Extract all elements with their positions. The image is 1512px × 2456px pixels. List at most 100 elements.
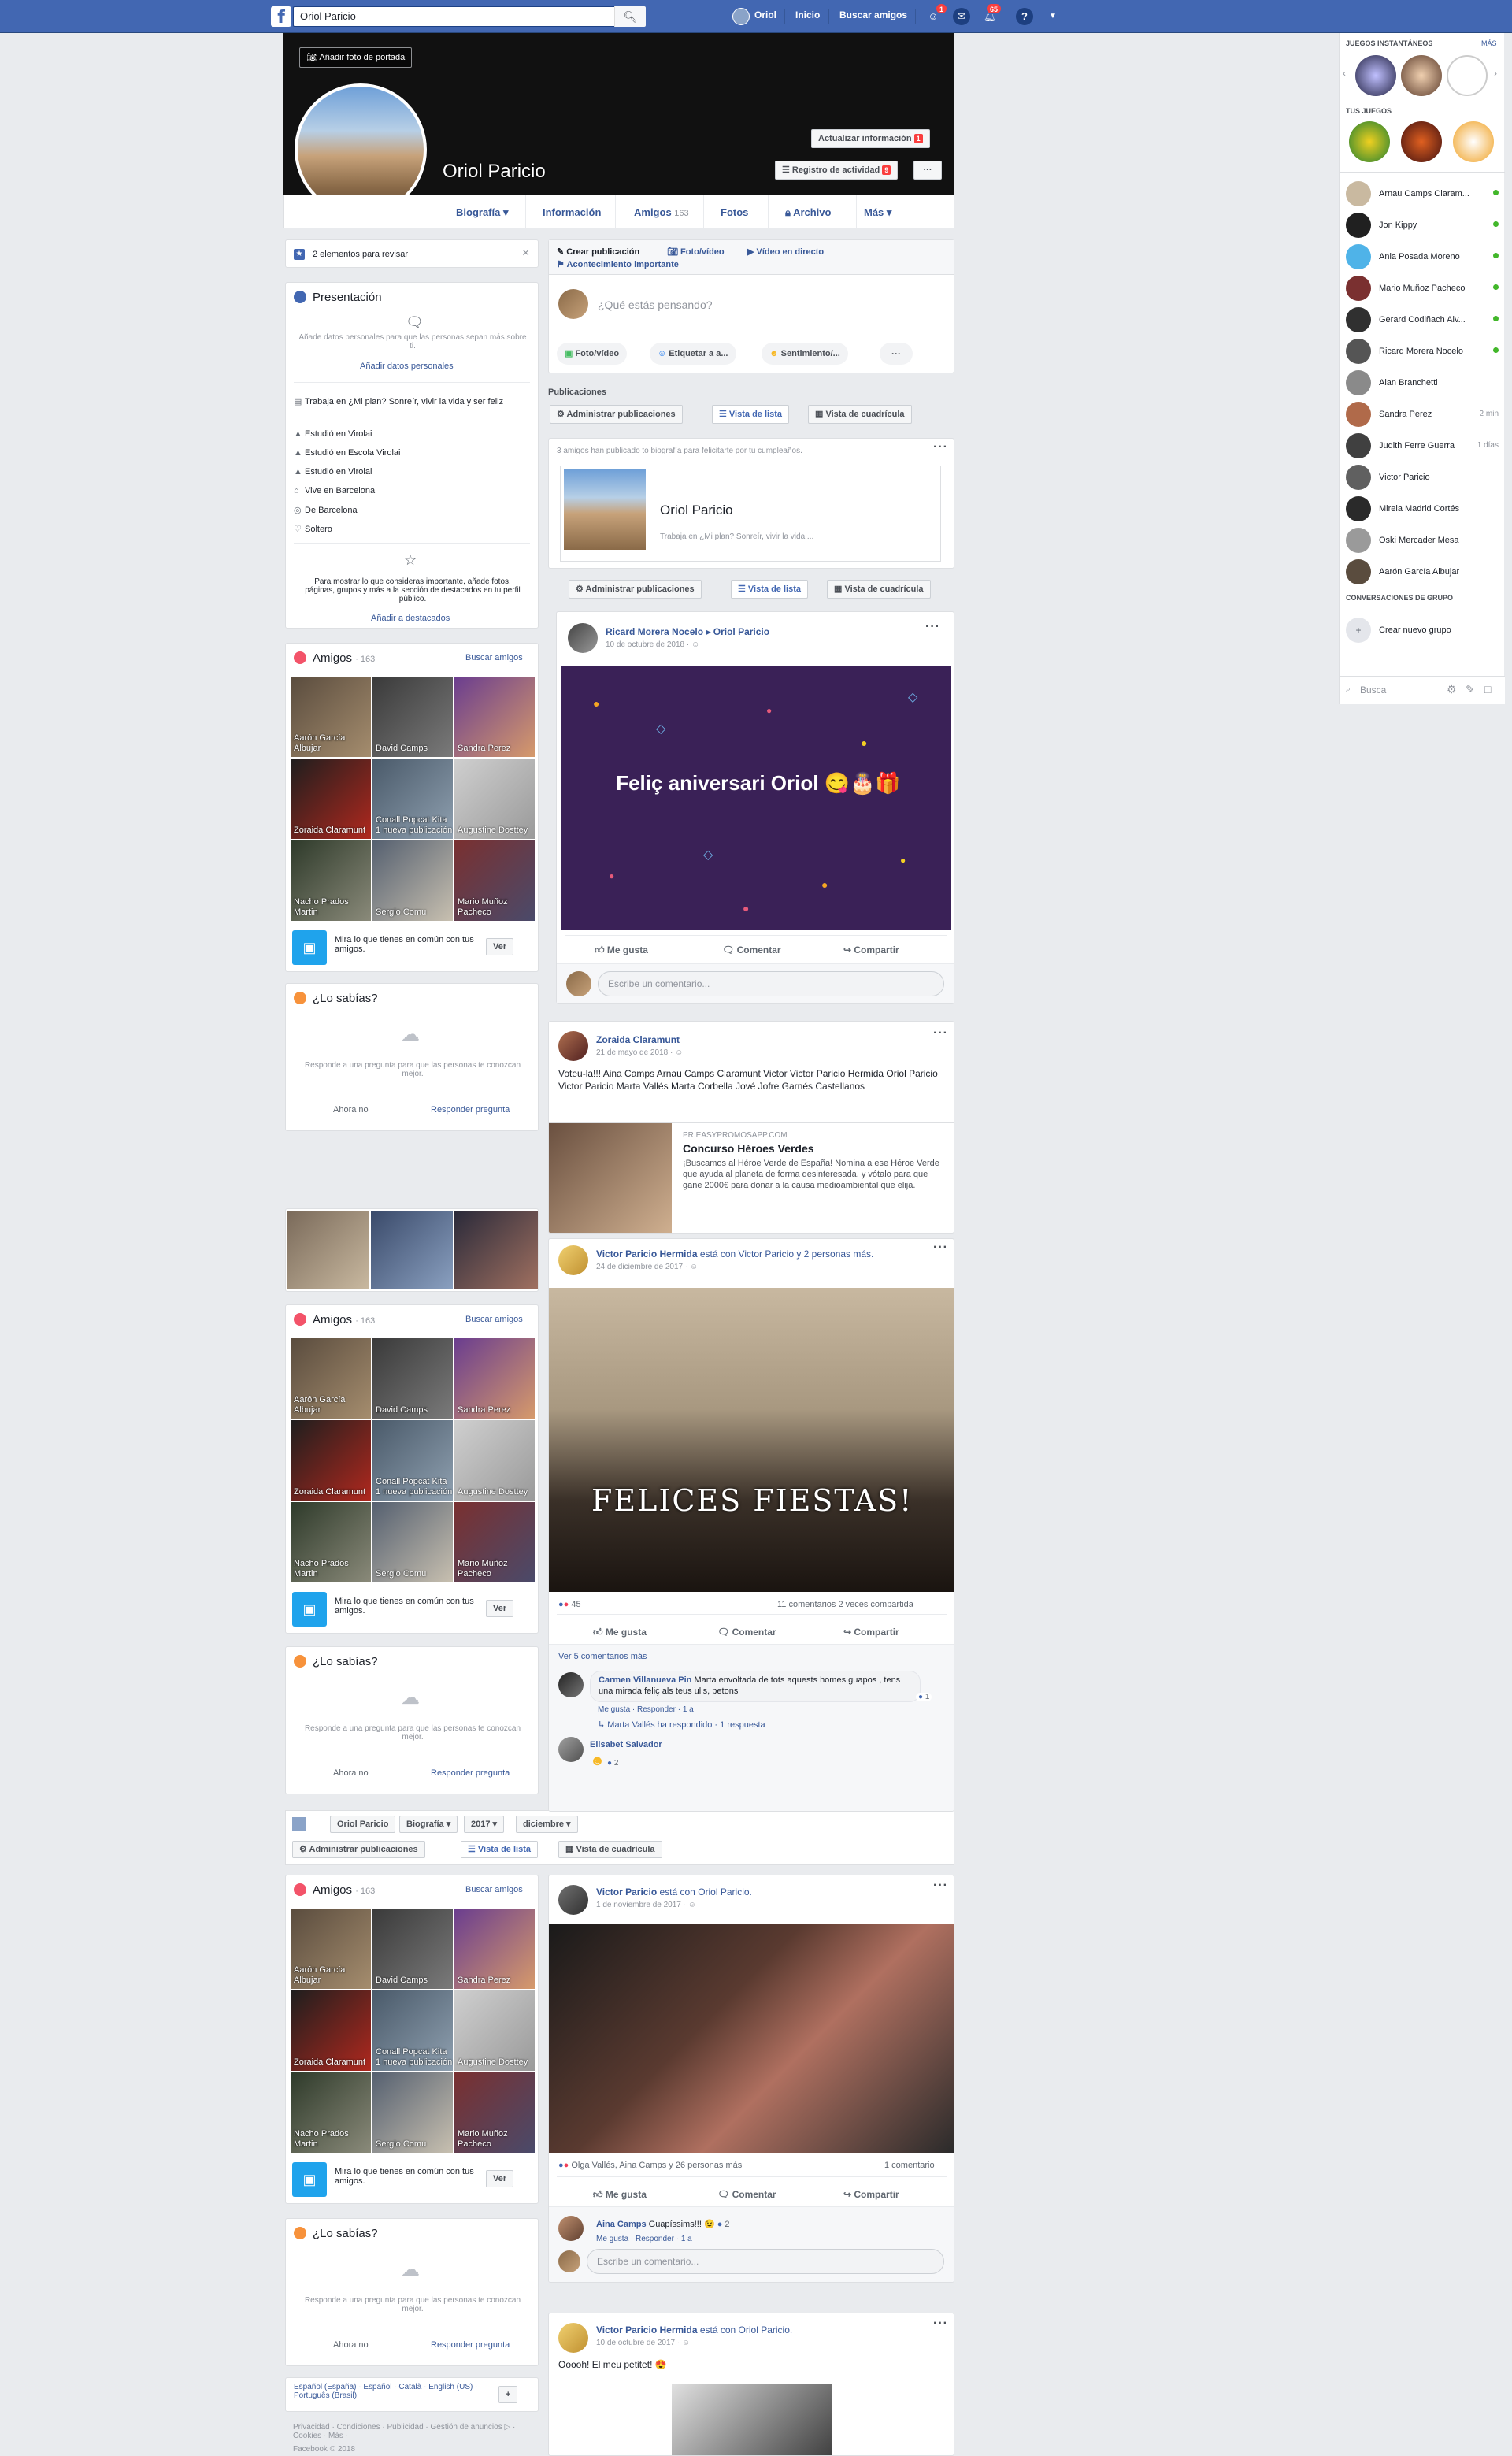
commenter-avatar[interactable] [558,2216,584,2241]
friend-tile[interactable]: Augustine Dosttey [454,759,535,839]
comment-button[interactable]: 🗨︎ Comentar [717,1627,776,1638]
nav-profile-link[interactable]: Oriol [754,9,776,20]
comment-actions[interactable]: Me gusta · Responder · 1 a [596,2235,692,2243]
close-icon[interactable]: × [522,247,529,261]
chat-contact[interactable]: Aarón García Albujar [1346,553,1503,584]
post-author-avatar[interactable] [568,623,598,653]
help-icon[interactable]: ? [1016,8,1033,25]
add-cover-photo-button[interactable]: 📷︎ Añadir foto de portada [299,47,413,68]
birthday-profile-preview[interactable]: Oriol Paricio Trabaja en ¿Mi plan? Sonre… [560,466,941,562]
post-date[interactable]: 10 de octubre de 2018 · ☺ [606,640,699,649]
search-input[interactable]: Oriol Paricio [293,6,646,27]
game-icon[interactable] [1349,121,1390,162]
answer-question-link[interactable]: Responder pregunta [431,2340,510,2350]
post-options-icon[interactable]: ··· [933,1879,948,1893]
reaction-summary[interactable]: ●● 45 [558,1600,581,1609]
tab-photos[interactable]: Fotos [721,206,748,218]
game-icon[interactable] [1453,121,1494,162]
commenter-name[interactable]: Elisabet Salvador [590,1740,662,1749]
chevron-right-icon[interactable]: › [1494,68,1497,79]
friend-tile[interactable]: Augustine Dosttey [454,1990,535,2071]
create-post-tab[interactable]: ✎ Crear publicación [557,247,639,257]
post-photo[interactable] [672,2384,832,2455]
write-comment-input[interactable]: Escribe un comentario... [598,971,944,996]
post-options-icon[interactable]: ··· [925,620,940,634]
post-photo[interactable]: FELICES FIESTAS! [549,1288,954,1592]
chat-contact[interactable]: Mario Muñoz Pacheco [1346,269,1503,301]
manage-posts-button[interactable]: ⚙︎ Administrar publicaciones [550,405,683,424]
live-video-tab[interactable]: ▶ Vídeo en directo [747,247,824,257]
compose-icon[interactable]: ✎ [1466,683,1475,696]
list-view-button[interactable]: ☰ Vista de lista [731,580,808,599]
friend-tile[interactable]: Conall Popcat Kita 1 nueva publicación [372,1990,453,2071]
not-now-link[interactable]: Ahora no [333,1768,369,1778]
footer-links[interactable]: Privacidad · Condiciones · Publicidad · … [293,2423,529,2440]
not-now-link[interactable]: Ahora no [333,2340,369,2350]
find-friends-link[interactable]: Buscar amigos [465,1885,523,1894]
sticky-month-dropdown[interactable]: diciembre ▾ [516,1816,578,1833]
chat-contact[interactable]: Gerard Codiñach Alv... [1346,301,1503,332]
post-photo[interactable] [549,1924,954,2153]
post-author-avatar[interactable] [558,1245,588,1275]
friend-tile[interactable]: Sergio Comu [372,1502,453,1582]
friend-tile[interactable]: Zoraida Claramunt [291,1990,371,2071]
comment-button[interactable]: 🗨︎ Comentar [722,944,781,955]
list-view-button[interactable]: ☰ Vista de lista [461,1841,538,1858]
chat-contact[interactable]: Mireia Madrid Cortés [1346,490,1503,521]
chat-contact[interactable]: Oski Mercader Mesa [1346,521,1503,553]
post-options-icon[interactable]: ··· [933,440,948,454]
friends-title[interactable]: Amigos · 163 [313,651,375,665]
activity-log-button[interactable]: ☰ Registro de actividad 9 [775,161,899,180]
friend-tile[interactable]: Sergio Comu [372,840,453,921]
friend-tile[interactable]: Mario Muñoz Pacheco [454,840,535,921]
profile-name[interactable]: Oriol Paricio [443,161,546,183]
post-options-icon[interactable]: ··· [933,1241,948,1255]
post-options-icon[interactable]: ··· [933,1026,948,1041]
post-author-avatar[interactable] [558,1031,588,1061]
post-date[interactable]: 1 de noviembre de 2017 · ☺ [596,1901,696,1909]
post-author[interactable]: Ricard Morera Nocelo ▸ Oriol Paricio [606,626,769,637]
friend-tile[interactable]: David Camps [372,1338,453,1419]
friend-tile[interactable]: David Camps [372,1909,453,1989]
photo-thumb[interactable] [371,1211,453,1289]
composer-input[interactable]: ¿Qué estás pensando? [598,299,713,311]
chat-contact[interactable]: Jon Kippy [1346,206,1503,238]
birthday-image[interactable]: ● ◇ ● ● ◇ ● ◇ ● ● ● Feliç aniversari Ori… [561,666,951,930]
like-button[interactable]: 👍︎ Me gusta [593,2189,647,2201]
see-common-button[interactable]: Ver [486,1600,514,1617]
composer-tag-button[interactable]: ☺ Etiquetar a a... [650,343,736,365]
chat-contact[interactable]: Ricard Morera Nocelo [1346,332,1503,364]
friend-tile[interactable]: Conall Popcat Kita 1 nueva publicación [372,1420,453,1501]
list-view-button[interactable]: ☰ Vista de lista [712,405,789,424]
messenger-icon[interactable]: ✉ [953,8,970,25]
tab-information[interactable]: Información [543,206,601,218]
photo-thumb[interactable] [287,1211,369,1289]
friend-tile[interactable]: Sandra Perez [454,677,535,757]
view-more-comments-link[interactable]: Ver 5 comentarios más [558,1652,647,1661]
sticky-avatar[interactable] [292,1817,306,1831]
post-date[interactable]: 21 de mayo de 2018 · ☺ [596,1048,683,1057]
gear-icon[interactable]: ⚙︎ [1447,683,1457,696]
friend-tile[interactable]: Sergio Comu [372,2072,453,2153]
commenter-name[interactable]: Carmen Villanueva Pin [598,1675,691,1685]
friend-tile[interactable]: Zoraida Claramunt [291,1420,371,1501]
friend-tile[interactable]: Aarón García Albujar [291,1909,371,1989]
add-language-button[interactable]: + [498,2386,518,2403]
chat-contact[interactable]: Victor Paricio [1346,458,1503,490]
nav-avatar[interactable] [732,8,750,25]
sticky-timeline-dropdown[interactable]: Biografía ▾ [399,1816,458,1833]
life-event-tab[interactable]: ⚑ Acontecimiento importante [557,259,679,269]
tab-friends[interactable]: Amigos 163 [634,206,689,218]
post-author[interactable]: Victor Paricio está con Oriol Paricio. [596,1887,752,1898]
composer-more-button[interactable]: ··· [880,343,913,365]
grid-view-button[interactable]: ▦ Vista de cuadrícula [827,580,931,599]
friend-tile[interactable]: Aarón García Albujar [291,677,371,757]
write-comment-input[interactable]: Escribe un comentario... [587,2249,944,2274]
nav-find-friends-link[interactable]: Buscar amigos [839,9,907,20]
composer-photo-button[interactable]: ▣ Foto/vídeo [557,343,628,365]
sidebar-toggle-icon[interactable]: □ [1484,683,1491,696]
friend-tile[interactable]: David Camps [372,677,453,757]
comment-actions[interactable]: Me gusta · Responder · 1 a [598,1705,694,1714]
facebook-logo[interactable]: f [271,6,291,28]
comments-count[interactable]: 1 comentario [884,2161,935,2170]
